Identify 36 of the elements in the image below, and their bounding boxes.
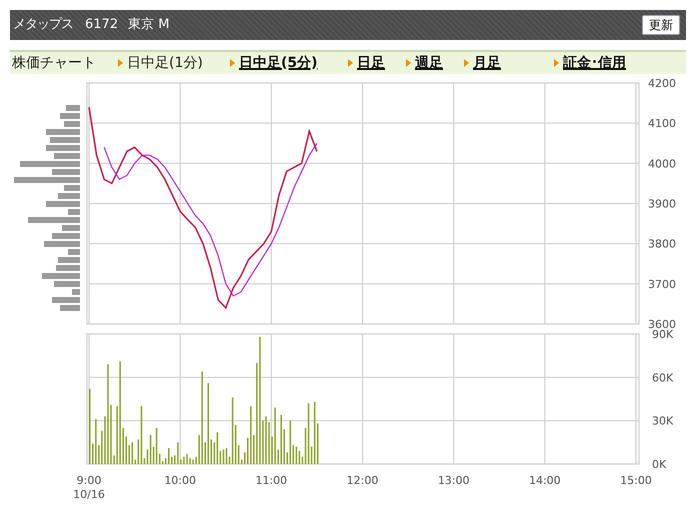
axis-label: 3700 (648, 278, 676, 291)
triangle-icon (230, 59, 235, 67)
stock-code: 6172 (85, 16, 118, 34)
axis-label: 10:00 (164, 474, 196, 487)
chart-period-link[interactable]: 日足 (357, 52, 385, 74)
axis-label: 30K (652, 414, 674, 428)
chart-period-link[interactable]: 証金･信用 (563, 52, 626, 74)
market-label: 東京 M (128, 16, 170, 34)
axis-label: 4000 (648, 157, 676, 170)
triangle-icon (554, 59, 559, 67)
axis-label: 3800 (648, 238, 676, 251)
axis-label: 4100 (648, 117, 676, 130)
axis-label: 9:00 (76, 474, 102, 487)
triangle-icon (348, 59, 353, 67)
chart-period-link[interactable]: 日中足(1分) (127, 52, 203, 74)
axis-label: 11:00 (255, 474, 288, 487)
axis-label: 60K (652, 371, 674, 384)
axis-label: 90K (652, 329, 674, 341)
axis-label: 15:00 (620, 474, 652, 487)
chart-period-link[interactable]: 日中足(5分) (239, 52, 318, 74)
date-label: 10/16 (73, 488, 105, 501)
stock-name: メタップス (13, 16, 73, 34)
axis-label: 4200 (648, 77, 676, 90)
axis-label: 13:00 (438, 474, 470, 487)
chart-period-link[interactable]: 月足 (473, 52, 501, 74)
chart-period-link[interactable]: 週足 (415, 52, 443, 74)
axis-label: 0K (652, 458, 666, 471)
triangle-icon (464, 59, 469, 67)
axis-label: 3900 (648, 198, 676, 210)
axis-label: 12:00 (346, 474, 378, 487)
triangle-icon (118, 59, 123, 67)
axis-label: 3600 (648, 318, 676, 329)
refresh-button[interactable]: 更新 (642, 15, 680, 35)
axis-label: 14:00 (528, 474, 561, 487)
triangle-icon (406, 59, 411, 67)
chart-heading: 株価チャート (11, 54, 97, 72)
